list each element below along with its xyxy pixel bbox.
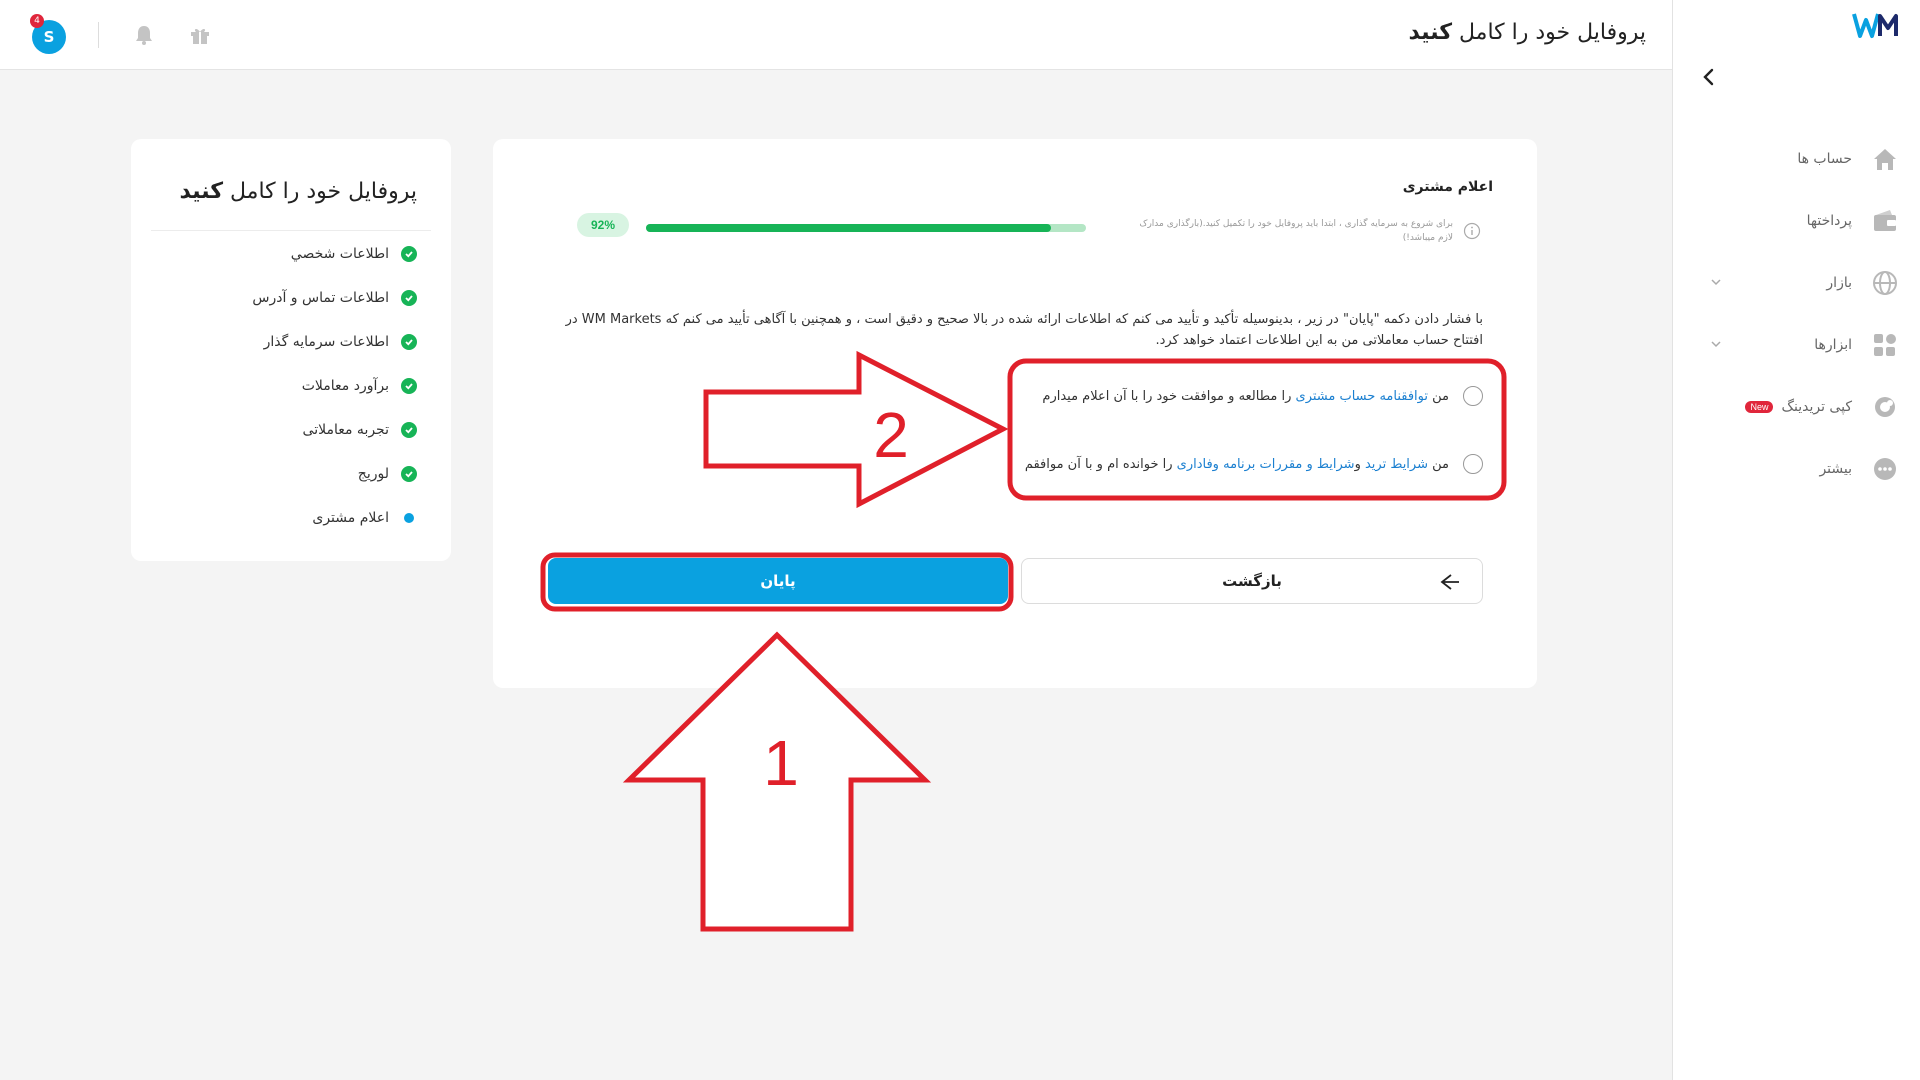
step-label: تجربه معاملاتی [302,422,389,438]
agreement-option-trading-terms[interactable]: من شرایط ترید وشرایط و مقررات برنامه وفا… [1025,454,1483,474]
collapse-chevron-icon[interactable] [1698,66,1720,88]
progress-fill [646,224,1051,232]
agreement-radio-1[interactable] [1463,386,1483,406]
gift-icon[interactable] [188,23,212,47]
wm-logo[interactable] [1850,10,1902,40]
option-text: و [1354,456,1365,472]
profile-steps-card: پروفایل خود را کامل کنید اطلاعات شخصي اط… [131,139,451,561]
declaration-text: با فشار دادن دکمه "پایان" در زیر ، بدینو… [565,312,1483,348]
chevron-down-icon[interactable] [1710,276,1722,288]
agreement-text-2: من شرایط ترید وشرایط و مقررات برنامه وفا… [1025,457,1449,472]
globe-icon [1870,268,1900,298]
step-item-contact-address[interactable]: اطلاعات تماس و آدرس [252,290,417,306]
sidebar-item-label: حساب ها [1797,151,1852,167]
check-circle-icon [401,378,417,394]
step-item-customer-declaration[interactable]: اعلام مشتری [312,510,417,526]
sidebar-item-label: پرداختها [1806,213,1852,229]
step-item-leverage[interactable]: لوریج [358,466,417,482]
section-title: اعلام مشتری [1402,179,1493,195]
client-agreement-link[interactable]: توافقنامه حساب مشتری [1296,389,1428,404]
bell-icon[interactable] [132,23,156,47]
sidebar-item-label: بازار [1826,275,1852,291]
step-label: اطلاعات تماس و آدرس [252,290,389,306]
step-item-investor-info[interactable]: اطلاعات سرمایه گذار [264,334,417,350]
step-item-personal-info[interactable]: اطلاعات شخصي [291,246,417,262]
sidebar-nav: حساب ها پرداختها بازار ابزارها کپی تریدی… [1672,128,1920,500]
sidebar: حساب ها پرداختها بازار ابزارها کپی تریدی… [1672,0,1920,1080]
progress-bar [646,224,1086,232]
option-text: من [1428,388,1449,404]
check-circle-icon [401,466,417,482]
new-badge: New [1745,401,1774,413]
steps-title-regular: پروفایل خود را کامل [223,179,417,204]
steps-title: پروفایل خود را کامل کنید [180,179,417,204]
sidebar-item-label: ابزارها [1814,337,1852,353]
chevron-down-icon[interactable] [1710,338,1722,350]
page-title: پروفایل خود را کامل کنید [1409,20,1646,45]
header-divider [98,22,99,48]
step-item-trading-experience[interactable]: تجربه معاملاتی [303,422,417,438]
progress-percent-badge: 92% [577,213,629,237]
sidebar-item-label: بیشتر [1819,461,1852,477]
check-circle-icon [401,334,417,350]
top-header: پروفایل خود را کامل کنید S 4 [0,0,1672,70]
step-label: اعلام مشتری [312,510,389,526]
agreement-option-client-account[interactable]: من توافقنامه حساب مشتری را مطالعه و مواف… [1042,386,1483,406]
info-icon [1463,222,1481,240]
loyalty-terms-link[interactable]: شرایط و مقررات برنامه وفاداری [1177,457,1355,472]
step-label: برآورد معاملات [301,378,389,394]
step-label: اطلاعات سرمایه گذار [263,334,389,350]
step-label: اطلاعات شخصي [290,246,389,262]
back-button-label: بازگشت [1222,572,1282,590]
info-text: برای شروع به سرمایه گذاری ، ابتدا باید پ… [1139,219,1453,243]
tools-icon [1870,330,1900,360]
sidebar-item-accounts[interactable]: حساب ها [1672,128,1920,190]
arrow1-number: 1 [763,727,799,799]
current-step-dot-icon [401,510,417,526]
finish-button[interactable]: پایان [548,558,1008,604]
step-label: لوریج [357,466,389,482]
check-circle-icon [401,422,417,438]
more-icon [1870,454,1900,484]
option-text: را مطالعه و موافقت خود را با آن اعلام می… [1042,388,1296,404]
wallet-icon [1870,206,1900,236]
step-item-trade-estimate[interactable]: برآورد معاملات [302,378,417,394]
copy-trading-icon [1870,392,1900,422]
sidebar-item-market[interactable]: بازار [1672,252,1920,314]
agreement-text-1: من توافقنامه حساب مشتری را مطالعه و مواف… [1042,389,1449,404]
option-text: من [1428,456,1449,472]
trading-terms-link[interactable]: شرایط ترید [1365,457,1428,472]
sidebar-item-payments[interactable]: پرداختها [1672,190,1920,252]
home-icon [1870,144,1900,174]
back-button[interactable]: بازگشت [1021,558,1483,604]
steps-title-bold: کنید [179,179,224,204]
check-circle-icon [401,290,417,306]
check-circle-icon [401,246,417,262]
sidebar-item-more[interactable]: بیشتر [1672,438,1920,500]
sidebar-item-tools[interactable]: ابزارها [1672,314,1920,376]
sidebar-item-label: کپی تریدینگ [1781,399,1852,415]
sidebar-item-copy-trading[interactable]: کپی تریدینگ New [1672,376,1920,438]
steps-divider [151,230,431,231]
arrow-right-icon [1440,574,1459,590]
notification-count-badge: 4 [30,14,44,28]
agreement-radio-2[interactable] [1463,454,1483,474]
option-text: را خوانده ام و با آن موافقم [1024,456,1177,472]
page-title-bold: کنید [1408,20,1453,45]
page-title-regular: پروفایل خود را کامل [1452,20,1646,45]
declaration-card: اعلام مشتری برای شروع به سرمایه گذاری ، … [493,139,1537,688]
